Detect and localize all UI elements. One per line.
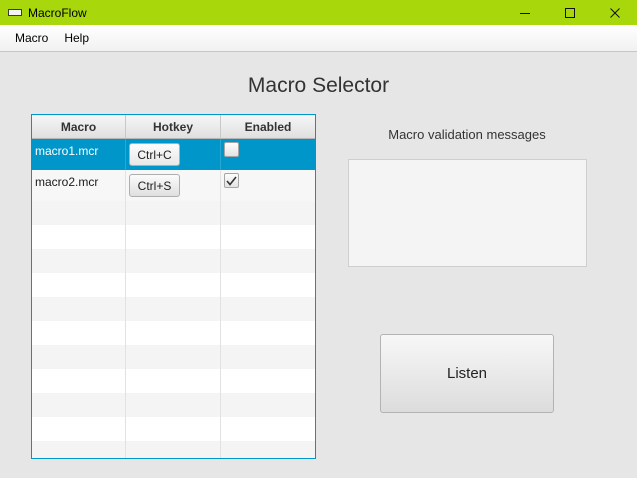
hotkey-button[interactable]: Ctrl+C xyxy=(129,143,180,166)
close-icon xyxy=(609,7,620,18)
empty-cell xyxy=(221,393,315,417)
window-title: MacroFlow xyxy=(28,5,87,20)
empty-cell xyxy=(32,249,126,273)
empty-cell xyxy=(32,345,126,369)
menu-macro[interactable]: Macro xyxy=(8,31,57,45)
table-row[interactable]: macro2.mcr Ctrl+S xyxy=(32,170,315,201)
empty-cell xyxy=(221,369,315,393)
empty-cell xyxy=(126,417,221,441)
empty-cell xyxy=(126,345,221,369)
empty-cell xyxy=(221,441,315,458)
empty-cell xyxy=(32,417,126,441)
empty-cell xyxy=(221,345,315,369)
empty-cell xyxy=(32,273,126,297)
empty-cell xyxy=(221,297,315,321)
empty-table-row xyxy=(32,369,315,393)
hotkey-cell: Ctrl+S xyxy=(126,170,221,201)
empty-table-row xyxy=(32,201,315,225)
empty-table-row xyxy=(32,249,315,273)
enabled-checkbox[interactable] xyxy=(224,173,239,188)
empty-cell xyxy=(126,249,221,273)
empty-cell xyxy=(126,201,221,225)
menu-help[interactable]: Help xyxy=(57,31,98,45)
maximize-icon xyxy=(564,7,575,18)
validation-messages-box[interactable] xyxy=(348,159,587,267)
macro-cell: macro2.mcr xyxy=(32,170,126,201)
minimize-icon xyxy=(519,12,530,14)
empty-table-row xyxy=(32,393,315,417)
empty-cell xyxy=(126,369,221,393)
empty-rows xyxy=(32,201,315,458)
empty-cell xyxy=(126,225,221,249)
empty-table-row xyxy=(32,273,315,297)
empty-cell xyxy=(221,249,315,273)
empty-cell xyxy=(32,201,126,225)
enabled-cell xyxy=(221,170,315,201)
macro-name: macro1.mcr xyxy=(35,144,99,158)
empty-cell xyxy=(126,393,221,417)
page-title: Macro Selector xyxy=(247,74,390,97)
table-row[interactable]: macro1.mcr Ctrl+C xyxy=(32,139,315,170)
empty-cell xyxy=(32,393,126,417)
empty-cell xyxy=(221,321,315,345)
column-header-hotkey[interactable]: Hotkey xyxy=(126,115,221,138)
validation-label: Macro validation messages xyxy=(388,127,546,142)
empty-cell xyxy=(126,321,221,345)
empty-table-row xyxy=(32,345,315,369)
empty-table-row xyxy=(32,321,315,345)
maximize-button[interactable] xyxy=(547,0,592,25)
empty-cell xyxy=(32,225,126,249)
empty-table-row xyxy=(32,225,315,249)
column-header-macro[interactable]: Macro xyxy=(32,115,126,138)
app-window-icon xyxy=(8,9,22,16)
title-bar[interactable]: MacroFlow xyxy=(0,0,637,25)
check-icon xyxy=(226,176,237,186)
enabled-cell xyxy=(221,139,315,170)
empty-cell xyxy=(32,297,126,321)
empty-cell xyxy=(32,441,126,458)
listen-button[interactable]: Listen xyxy=(380,334,554,413)
macro-name: macro2.mcr xyxy=(35,175,99,189)
empty-table-row xyxy=(32,441,315,458)
minimize-button[interactable] xyxy=(502,0,547,25)
macro-table[interactable]: Macro Hotkey Enabled macro1.mcr Ctrl+C m… xyxy=(31,114,316,459)
empty-cell xyxy=(221,417,315,441)
hotkey-cell: Ctrl+C xyxy=(126,139,221,170)
empty-table-row xyxy=(32,297,315,321)
window-controls xyxy=(502,0,637,25)
empty-cell xyxy=(221,273,315,297)
menu-bar: Macro Help xyxy=(0,25,637,52)
empty-cell xyxy=(221,201,315,225)
enabled-checkbox[interactable] xyxy=(224,142,239,157)
empty-table-row xyxy=(32,417,315,441)
empty-cell xyxy=(126,441,221,458)
table-header: Macro Hotkey Enabled xyxy=(32,115,315,139)
empty-cell xyxy=(126,273,221,297)
empty-cell xyxy=(32,369,126,393)
column-header-enabled[interactable]: Enabled xyxy=(221,115,315,138)
empty-cell xyxy=(32,321,126,345)
empty-cell xyxy=(221,225,315,249)
empty-cell xyxy=(126,297,221,321)
macro-cell: macro1.mcr xyxy=(32,139,126,170)
hotkey-button[interactable]: Ctrl+S xyxy=(129,174,180,197)
close-button[interactable] xyxy=(592,0,637,25)
